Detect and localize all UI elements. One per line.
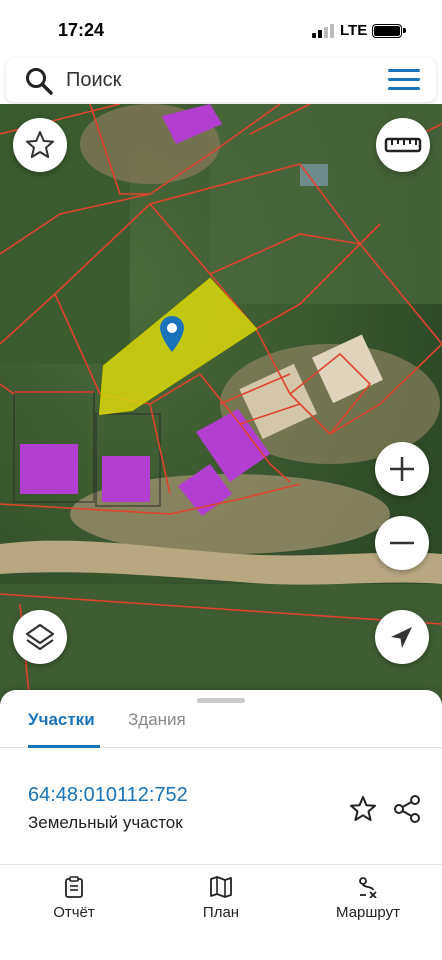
battery-icon — [372, 24, 406, 38]
nav-route-label: Маршрут — [336, 904, 400, 921]
nav-report[interactable]: Отчёт — [14, 876, 134, 921]
search-bar[interactable]: Поиск — [6, 58, 436, 102]
tab-bar: Участки Здания — [0, 706, 442, 748]
network-type: LTE — [340, 22, 368, 39]
my-location-button[interactable] — [375, 610, 429, 664]
zoom-out-button[interactable] — [375, 516, 429, 570]
status-time: 17:24 — [58, 20, 105, 40]
ruler-icon — [384, 137, 422, 153]
tab-buildings[interactable]: Здания — [128, 710, 186, 730]
minus-icon — [390, 541, 414, 545]
layers-button[interactable] — [13, 610, 67, 664]
bottom-sheet[interactable]: Участки Здания 64:48:010112:752 Земельны… — [0, 690, 442, 960]
nav-report-label: Отчёт — [53, 904, 95, 921]
map-view[interactable] — [0, 104, 442, 704]
map-plan-icon — [210, 876, 232, 898]
favorite-star-icon[interactable] — [348, 794, 378, 824]
nav-plan[interactable]: План — [161, 876, 281, 921]
divider — [0, 864, 442, 865]
favorites-button[interactable] — [13, 118, 67, 172]
layers-icon — [25, 623, 55, 651]
sheet-drag-handle[interactable] — [197, 698, 245, 703]
parcel-type: Земельный участок — [28, 813, 183, 832]
status-bar: 17:24 LTE — [0, 0, 442, 58]
menu-icon[interactable] — [388, 69, 420, 91]
route-icon — [359, 877, 377, 898]
tab-parcels[interactable]: Участки — [28, 710, 95, 730]
share-icon[interactable] — [392, 794, 422, 824]
report-icon — [65, 876, 83, 898]
nav-route[interactable]: Маршрут — [308, 876, 428, 921]
navigation-arrow-icon — [391, 627, 412, 648]
signal-icon — [312, 24, 334, 38]
search-input[interactable]: Поиск — [66, 69, 121, 92]
cadastral-number-link[interactable]: 64:48:010112:752 — [28, 784, 188, 807]
zoom-in-button[interactable] — [375, 442, 429, 496]
active-tab-indicator — [28, 745, 100, 748]
search-icon — [26, 68, 53, 95]
satellite-map[interactable] — [0, 104, 442, 704]
nav-plan-label: План — [202, 904, 240, 921]
star-icon — [26, 131, 54, 158]
plus-icon — [390, 457, 414, 481]
ruler-button[interactable] — [376, 118, 430, 172]
